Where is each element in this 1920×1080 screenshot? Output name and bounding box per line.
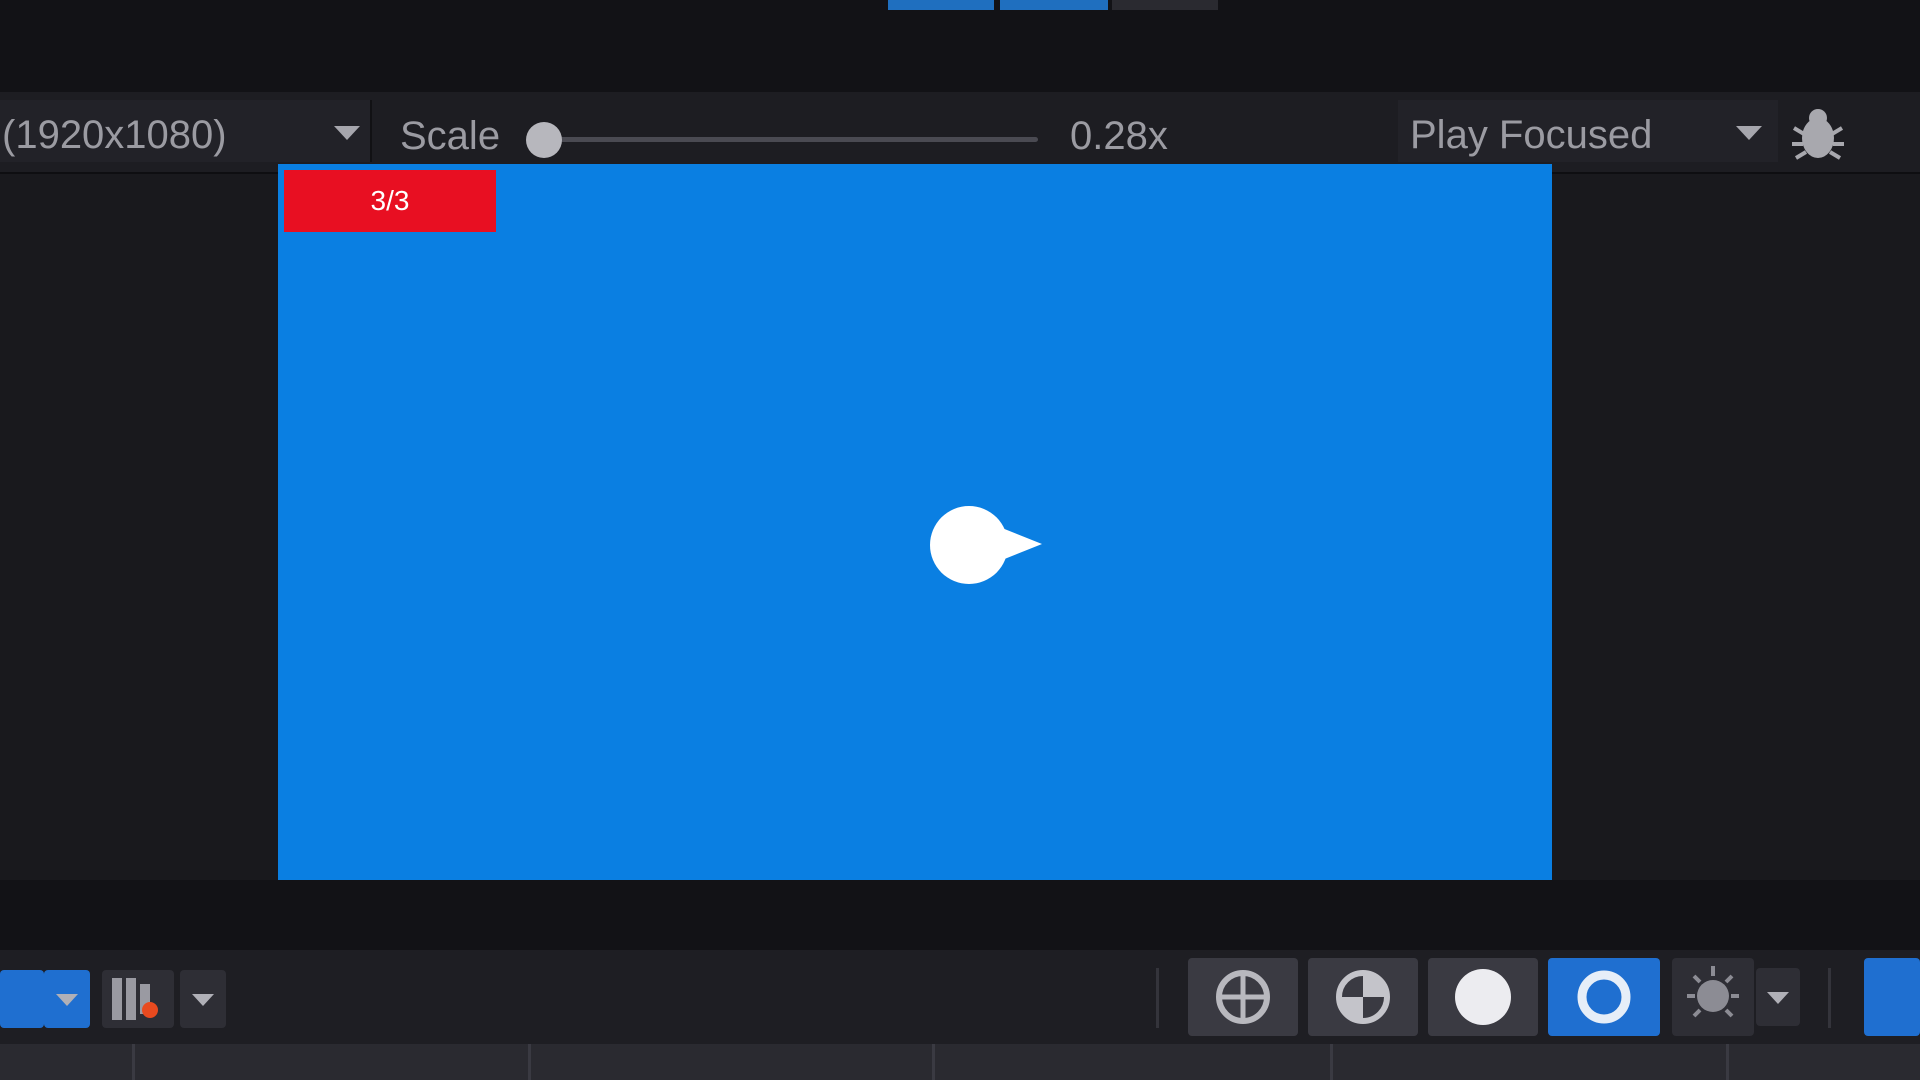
chevron-down-icon xyxy=(1767,992,1789,1004)
layout-button[interactable] xyxy=(0,970,44,1028)
shaded-button[interactable] xyxy=(1428,958,1538,1036)
globe-icon xyxy=(1216,970,1270,1024)
effects-dropdown-button[interactable] xyxy=(1756,968,1800,1026)
top-tab[interactable] xyxy=(888,0,994,10)
panel-gap xyxy=(0,880,1920,950)
scale-slider-handle[interactable] xyxy=(526,122,562,158)
gizmo-button[interactable] xyxy=(102,970,174,1028)
timeline-ruler xyxy=(0,1044,1920,1080)
separator xyxy=(1828,968,1831,1028)
ruler-tick xyxy=(528,1044,531,1080)
bug-icon xyxy=(1792,109,1844,160)
chevron-down-icon xyxy=(334,126,360,140)
game-view-canvas[interactable] xyxy=(278,164,1552,880)
ruler-tick xyxy=(1330,1044,1333,1080)
globe-button[interactable] xyxy=(1188,958,1298,1036)
scale-value: 0.28x xyxy=(1070,114,1168,158)
scale-slider-track[interactable] xyxy=(536,137,1038,142)
chevron-down-icon xyxy=(1736,126,1762,140)
chevron-down-icon xyxy=(56,994,78,1006)
circle-icon xyxy=(1455,969,1511,1025)
play-mode-label: Play Focused xyxy=(1410,113,1653,157)
top-tab[interactable] xyxy=(1000,0,1108,10)
view-2d-button[interactable] xyxy=(1864,958,1920,1036)
chevron-down-icon xyxy=(192,994,214,1006)
scale-control: Scale 0.28x xyxy=(384,100,1394,162)
scale-label: Scale xyxy=(400,114,501,158)
effects-button[interactable] xyxy=(1672,958,1754,1036)
bug-button[interactable] xyxy=(1786,106,1850,162)
top-tab-strip xyxy=(0,0,1920,92)
game-view-toolbar: (1920x1080) Scale 0.28x Play Focused xyxy=(0,92,1920,174)
ring-button[interactable] xyxy=(1548,958,1660,1036)
ruler-tick xyxy=(1726,1044,1729,1080)
ring-icon xyxy=(1577,970,1631,1024)
gizmo-icon xyxy=(112,978,158,1020)
sphere-icon xyxy=(1336,970,1390,1024)
separator xyxy=(1156,968,1159,1028)
gizmo-dropdown-button[interactable] xyxy=(180,970,226,1028)
resolution-label: (1920x1080) xyxy=(2,113,227,157)
ball-pointer xyxy=(992,524,1042,564)
ruler-tick xyxy=(132,1044,135,1080)
counter-badge: 3/3 xyxy=(284,170,496,232)
ruler-tick xyxy=(932,1044,935,1080)
lightbulb-icon xyxy=(1687,966,1739,1018)
editor-window: (1920x1080) Scale 0.28x Play Focused 3/3 xyxy=(0,0,1920,1080)
bottom-toolbar xyxy=(0,950,1920,1044)
sphere-button[interactable] xyxy=(1308,958,1418,1036)
resolution-dropdown[interactable]: (1920x1080) xyxy=(0,100,372,162)
layout-dropdown-button[interactable] xyxy=(44,970,90,1028)
play-mode-dropdown[interactable]: Play Focused xyxy=(1398,100,1778,162)
top-tab[interactable] xyxy=(1112,0,1218,10)
